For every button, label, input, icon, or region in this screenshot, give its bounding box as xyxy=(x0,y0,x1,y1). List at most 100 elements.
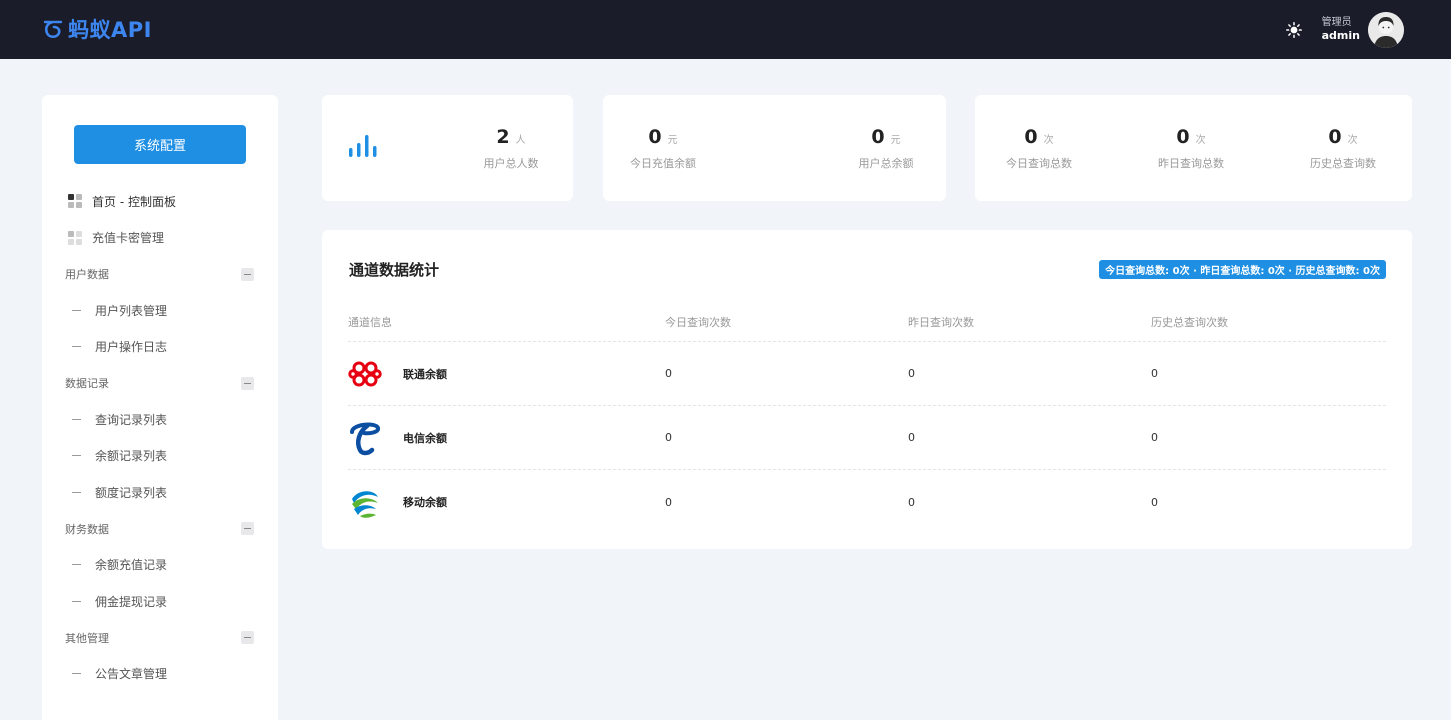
stat-value: 0 xyxy=(1024,126,1038,148)
stat-card-users: 2 人 用户总人数 xyxy=(322,95,573,201)
dash-icon xyxy=(72,673,81,675)
dash-icon xyxy=(72,491,81,493)
stat-unit: 次 xyxy=(1195,135,1206,146)
carrier-name: 电信余额 xyxy=(403,431,447,445)
china-mobile-logo-icon xyxy=(348,485,382,519)
china-telecom-logo-icon xyxy=(348,421,382,455)
sidebar-item-user-logs[interactable]: 用户操作日志 xyxy=(42,329,278,366)
grid-icon xyxy=(68,194,82,209)
stat-label: 用户总余额 xyxy=(858,157,914,170)
user-info[interactable]: 管理员 admin xyxy=(1322,17,1360,42)
sidebar-item-user-list[interactable]: 用户列表管理 xyxy=(42,292,278,329)
stat-label: 昨日查询总数 xyxy=(1158,157,1224,170)
menu-group-title: 用户数据 xyxy=(65,268,109,281)
sidebar-item-quota-records[interactable]: 额度记录列表 xyxy=(42,474,278,511)
stat-label: 今日充值余额 xyxy=(630,157,696,170)
table-cell: 0 xyxy=(1151,431,1158,444)
avatar[interactable] xyxy=(1368,12,1404,48)
china-unicom-logo-icon xyxy=(348,357,382,391)
sun-icon[interactable] xyxy=(1285,22,1302,38)
stat-today-queries: 0 次 今日查询总数 xyxy=(979,126,1099,171)
bar-chart-icon xyxy=(349,135,377,157)
stat-value: 2 xyxy=(496,126,510,148)
dash-icon xyxy=(72,418,81,420)
sidebar-item-label: 公告文章管理 xyxy=(95,667,168,682)
sidebar-item-recharge-cards[interactable]: 充值卡密管理 xyxy=(42,220,278,257)
sidebar-item-recharge-records[interactable]: 余额充值记录 xyxy=(42,547,278,584)
stat-value: 0 xyxy=(1176,126,1190,148)
stat-unit: 元 xyxy=(667,135,678,146)
sidebar-item-label: 额度记录列表 xyxy=(95,485,168,500)
dash-icon xyxy=(72,455,81,457)
stat-unit: 元 xyxy=(890,135,901,146)
table-header: 通道信息 今日查询次数 昨日查询次数 历史总查询次数 xyxy=(348,302,1386,342)
table-cell: 0 xyxy=(1151,367,1158,380)
sidebar: 系统配置 首页 - 控制面板 充值卡密管理 用户数据 用户列表管理 用户操作日志… xyxy=(42,95,278,720)
channel-stats-panel: 通道数据统计 今日查询总数: 0次 · 昨日查询总数: 0次 · 历史总查询数:… xyxy=(322,230,1412,549)
ant-logo-icon xyxy=(43,20,63,39)
sidebar-item-withdraw-records[interactable]: 佣金提现记录 xyxy=(42,583,278,620)
sidebar-item-label: 充值卡密管理 xyxy=(92,231,165,246)
dash-icon xyxy=(72,600,81,602)
sidebar-item-label: 查询记录列表 xyxy=(95,412,168,427)
collapse-icon[interactable] xyxy=(241,376,254,390)
stat-user-balance: 0 元 用户总余额 xyxy=(826,126,946,171)
summary-badge: 今日查询总数: 0次 · 昨日查询总数: 0次 · 历史总查询数: 0次 xyxy=(1099,260,1386,279)
menu-group-title: 财务数据 xyxy=(65,522,109,536)
menu-group-title: 其他管理 xyxy=(65,631,109,645)
menu-group-finance[interactable]: 财务数据 xyxy=(42,511,278,547)
grid-icon xyxy=(68,230,82,245)
sidebar-item-label: 佣金提现记录 xyxy=(95,594,168,609)
menu-group-user-data[interactable]: 用户数据 xyxy=(42,256,278,292)
table-cell: 0 xyxy=(1151,495,1158,509)
stat-unit: 次 xyxy=(1043,135,1054,146)
collapse-icon[interactable] xyxy=(241,631,254,644)
stat-card-balance: 0 元 今日充值余额 0 元 用户总余额 xyxy=(603,95,946,201)
dash-icon xyxy=(72,309,81,311)
carrier-name: 移动余额 xyxy=(403,496,447,509)
sidebar-item-label: 余额充值记录 xyxy=(95,558,168,573)
stat-label: 今日查询总数 xyxy=(1006,157,1072,170)
stat-value: 0 xyxy=(1328,126,1342,148)
dash-icon xyxy=(72,346,81,348)
sidebar-item-label: 用户列表管理 xyxy=(95,303,168,318)
sidebar-item-dashboard[interactable]: 首页 - 控制面板 xyxy=(42,183,278,220)
menu-group-title: 数据记录 xyxy=(65,377,109,390)
table-cell: 0 xyxy=(665,367,672,380)
carrier-name: 联通余额 xyxy=(403,367,447,381)
stat-today-recharge: 0 元 今日充值余额 xyxy=(603,126,723,171)
stat-value: 0 xyxy=(871,126,885,148)
menu-group-data-records[interactable]: 数据记录 xyxy=(42,365,278,401)
sidebar-item-balance-records[interactable]: 余额记录列表 xyxy=(42,438,278,475)
table-header-cell: 昨日查询次数 xyxy=(908,315,974,329)
table-header-cell: 今日查询次数 xyxy=(665,315,731,329)
brand-logo[interactable]: 蚂蚁API xyxy=(42,14,152,44)
stat-unit: 人 xyxy=(515,135,526,146)
stat-history-queries: 0 次 历史总查询数 xyxy=(1283,126,1403,171)
table-header-cell: 历史总查询次数 xyxy=(1151,315,1228,329)
system-config-button[interactable]: 系统配置 xyxy=(74,125,246,164)
user-name: admin xyxy=(1321,29,1360,43)
sidebar-item-label: 首页 - 控制面板 xyxy=(92,194,176,209)
channel-table: 通道信息 今日查询次数 昨日查询次数 历史总查询次数 联通余额 0 0 0 电信… xyxy=(348,302,1386,534)
table-cell: 0 xyxy=(665,495,672,509)
table-cell: 0 xyxy=(908,431,915,444)
table-cell: 0 xyxy=(908,495,915,509)
user-role: 管理员 xyxy=(1321,17,1352,29)
stat-label: 历史总查询数 xyxy=(1310,157,1376,170)
sidebar-item-announcements[interactable]: 公告文章管理 xyxy=(42,656,278,693)
collapse-icon[interactable] xyxy=(241,522,254,535)
dash-icon xyxy=(72,564,81,566)
table-cell: 0 xyxy=(908,367,915,380)
sidebar-item-query-records[interactable]: 查询记录列表 xyxy=(42,401,278,438)
stat-label: 用户总人数 xyxy=(483,157,539,170)
panel-title: 通道数据统计 xyxy=(349,261,440,279)
table-cell: 0 xyxy=(665,431,672,444)
stat-yesterday-queries: 0 次 昨日查询总数 xyxy=(1131,126,1251,171)
menu-group-other[interactable]: 其他管理 xyxy=(42,620,278,656)
stat-value: 0 xyxy=(648,126,662,148)
table-row: 联通余额 0 0 0 xyxy=(348,342,1386,406)
table-header-cell: 通道信息 xyxy=(348,315,392,329)
collapse-icon[interactable] xyxy=(241,267,254,281)
sidebar-menu: 首页 - 控制面板 充值卡密管理 用户数据 用户列表管理 用户操作日志 数据记录 xyxy=(42,183,278,692)
